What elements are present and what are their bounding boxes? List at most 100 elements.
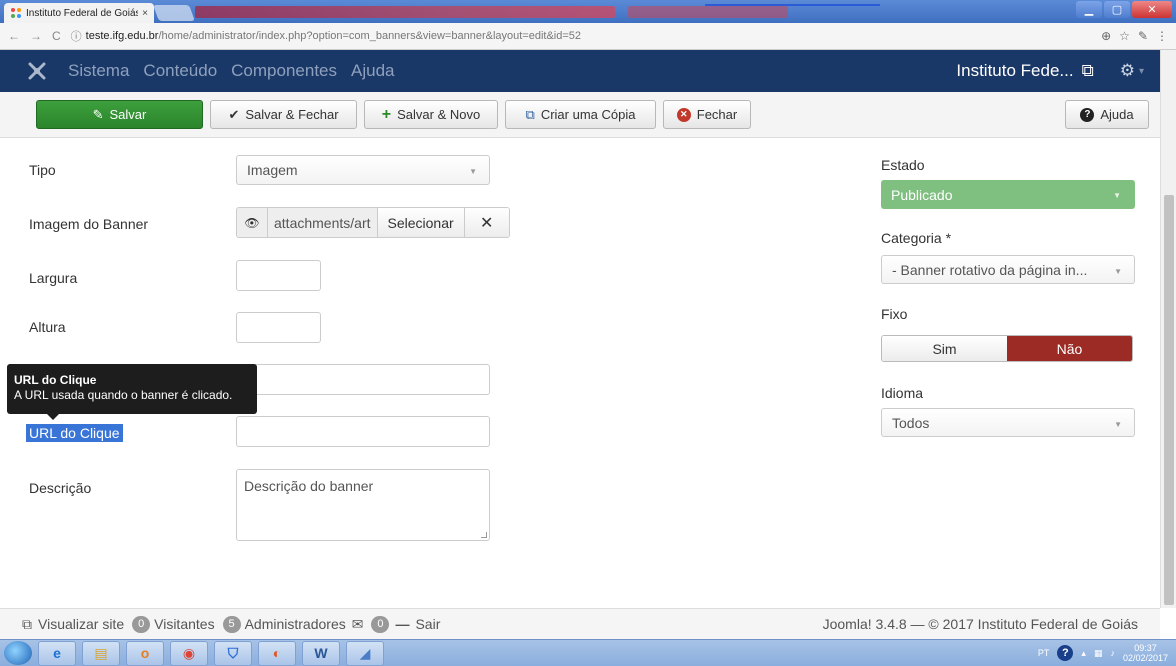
tray-arrow-icon[interactable]: ▴ (1081, 648, 1086, 659)
save-new-label: Salvar & Novo (397, 107, 481, 122)
language-select[interactable]: Todos ▼ (881, 408, 1135, 437)
menu-conteudo[interactable]: Conteúdo (143, 61, 217, 81)
edit-icon: ✎ (92, 106, 104, 122)
chevron-down-icon: ▼ (469, 167, 477, 176)
file-explorer-icon[interactable]: ▤ (82, 640, 120, 666)
info-icon[interactable]: ⓘ (71, 28, 82, 44)
minimize-icon[interactable]: ▁ (1076, 1, 1102, 18)
description-text: Descrição do banner (244, 478, 374, 494)
preview-eye-icon[interactable]: 👁 (237, 208, 268, 237)
plus-icon: + (381, 105, 392, 123)
internet-explorer-icon[interactable]: e (38, 640, 76, 666)
browser-tab-title: Instituto Federal de Goiás (26, 7, 139, 19)
close-label: Fechar (696, 107, 738, 122)
logout-link[interactable]: Sair (415, 616, 440, 632)
status-label: Estado (881, 157, 925, 173)
pinned-no-option[interactable]: Não (1007, 336, 1132, 361)
tooltip-text: A URL usada quando o banner é clicado. (14, 388, 233, 402)
click-url-input[interactable] (236, 416, 490, 447)
tooltip-title: URL do Clique (14, 373, 97, 387)
word-icon[interactable]: W (302, 640, 340, 666)
maximize-icon[interactable]: ▢ (1104, 1, 1130, 18)
status-select[interactable]: Publicado ▼ (881, 180, 1135, 209)
url-input[interactable]: ⓘ teste.ifg.edu.br /home/administrator/i… (71, 26, 1091, 47)
back-icon[interactable]: ← (8, 29, 20, 43)
new-tab-button[interactable] (153, 5, 195, 21)
site-name-link[interactable]: Instituto Fede... ⧉ (956, 61, 1093, 81)
clock-time: 09:37 (1134, 643, 1157, 653)
select-image-button[interactable]: Selecionar (377, 208, 465, 237)
language-label: Idioma (881, 385, 924, 401)
chevron-down-icon: ▼ (1113, 191, 1121, 200)
width-input[interactable] (236, 260, 321, 291)
clear-image-icon[interactable]: ✕ (464, 208, 509, 237)
firefox-icon[interactable]: ◐ (258, 640, 296, 666)
app-shield-icon[interactable]: ⛉ (214, 640, 252, 666)
visitors-label: Visitantes (154, 616, 215, 632)
pinned-toggle: Sim Não (881, 335, 1133, 362)
image-path-input[interactable]: attachments/art (268, 208, 378, 237)
language-indicator[interactable]: PT (1038, 648, 1050, 658)
bookmark-star-icon[interactable]: ☆ (1119, 29, 1130, 43)
save-button[interactable]: ✎ Salvar (36, 100, 203, 129)
windows-start-icon[interactable] (4, 641, 32, 665)
joomla-logo-icon[interactable] (26, 60, 48, 82)
menu-ajuda[interactable]: Ajuda (351, 61, 394, 81)
category-select[interactable]: - Banner rotativo da página in... ▼ (881, 255, 1135, 284)
chevron-down-icon[interactable]: ▾ (1139, 66, 1144, 77)
minus-icon: — (395, 616, 410, 632)
check-icon: ✔ (228, 106, 240, 122)
save-close-button[interactable]: ✔ Salvar & Fechar (210, 100, 357, 129)
height-input[interactable] (236, 312, 321, 343)
window-controls: ▁ ▢ ✕ (1076, 1, 1172, 18)
menu-sistema[interactable]: Sistema (68, 61, 129, 81)
external-link-icon: ⧉ (22, 615, 32, 632)
alt-text-input[interactable] (236, 364, 490, 395)
copy-icon: ⧉ (525, 106, 535, 122)
messages-count-badge[interactable]: 0 (371, 615, 390, 633)
description-textarea[interactable]: Descrição do banner (236, 469, 490, 541)
tab-close-icon[interactable]: × (142, 8, 148, 19)
tooltip: URL do Clique A URL usada quando o banne… (7, 364, 257, 420)
menu-componentes[interactable]: Componentes (231, 61, 337, 81)
browser-tab[interactable]: Instituto Federal de Goiás × (4, 3, 154, 23)
tipo-select[interactable]: Imagem ▼ (236, 155, 490, 185)
url-path: /home/administrator/index.php?option=com… (158, 30, 582, 42)
page-scrollbar[interactable] (1160, 50, 1176, 608)
address-bar: ← → C ⓘ teste.ifg.edu.br /home/administr… (0, 23, 1176, 50)
forward-icon[interactable]: → (30, 29, 42, 43)
tipo-select-value: Imagem (247, 162, 298, 178)
close-button[interactable]: ✕ Fechar (663, 100, 751, 129)
extension-pen-icon[interactable]: ✎ (1138, 29, 1148, 43)
tipo-label: Tipo (29, 162, 56, 178)
chrome-menu-icon[interactable]: ⋮ (1156, 29, 1168, 43)
language-select-value: Todos (892, 414, 930, 431)
close-window-icon[interactable]: ✕ (1132, 1, 1172, 18)
clock[interactable]: 09:37 02/02/2017 (1123, 643, 1168, 663)
scrollbar-thumb[interactable] (1164, 195, 1174, 605)
help-tray-icon[interactable]: ? (1057, 645, 1074, 661)
help-button[interactable]: ? Ajuda (1065, 100, 1149, 129)
help-label: Ajuda (1100, 107, 1134, 122)
resize-grip-icon[interactable] (481, 532, 487, 538)
volume-icon[interactable]: ♪ (1110, 648, 1115, 658)
view-site-link[interactable]: Visualizar site (38, 616, 124, 632)
paint-icon[interactable]: ◢ (346, 640, 384, 666)
chrome-icon[interactable]: ◉ (170, 640, 208, 666)
outlook-icon[interactable]: o (126, 640, 164, 666)
zoom-icon[interactable]: ⊕ (1101, 29, 1111, 43)
save-copy-label: Criar uma Cópia (540, 107, 636, 122)
click-url-label: URL do Clique (26, 424, 123, 442)
pinned-yes-option[interactable]: Sim (882, 336, 1007, 361)
clock-date: 02/02/2017 (1122, 653, 1168, 663)
envelope-icon[interactable]: ✉ (352, 616, 364, 633)
reload-icon[interactable]: C (52, 29, 61, 43)
obscured-region (195, 6, 615, 18)
save-new-button[interactable]: + Salvar & Novo (364, 100, 498, 129)
system-tray: PT ? ▴ ▦ ♪ 09:37 02/02/2017 (1038, 643, 1176, 663)
browser-tab-bar: Instituto Federal de Goiás × ▁ ▢ ✕ (0, 0, 1176, 23)
network-icon[interactable]: ▦ (1094, 648, 1103, 659)
question-circle-icon: ? (1080, 107, 1095, 122)
user-menu-gear-icon[interactable]: ⚙ (1120, 61, 1135, 81)
save-copy-button[interactable]: ⧉ Criar uma Cópia (505, 100, 656, 129)
